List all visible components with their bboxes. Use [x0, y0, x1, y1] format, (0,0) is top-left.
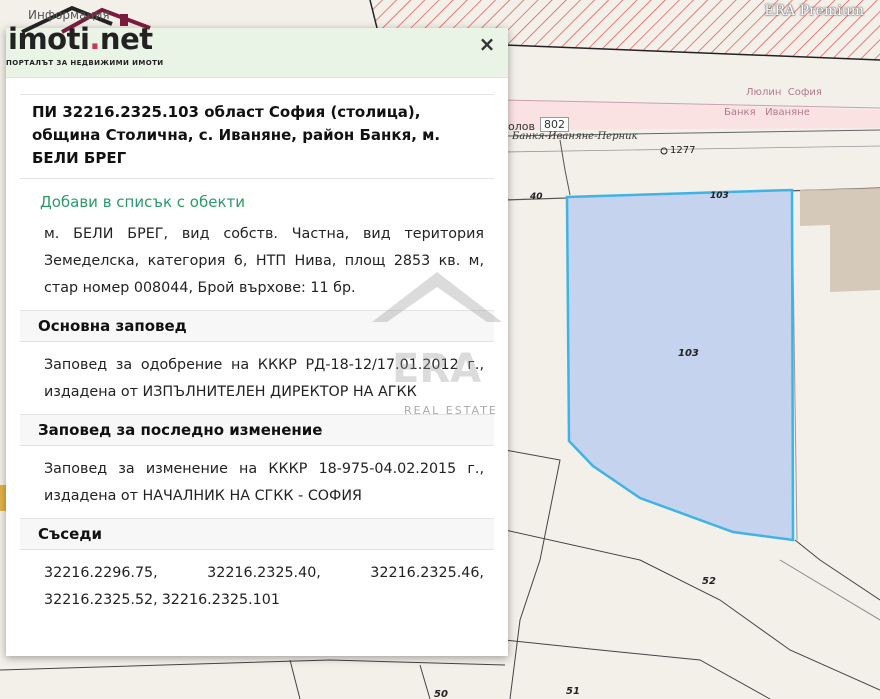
neighbor-item: 32216.2325.101: [161, 592, 280, 608]
main-order-text: Заповед за одобрение на КККР РД-18-12/17…: [44, 357, 484, 400]
logo-name-left: imoti: [8, 22, 90, 56]
neighbor-item: 32216.2296.75,: [44, 565, 158, 581]
map-label-point: 1277: [670, 145, 696, 156]
neighbors-list: 32216.2296.75, 32216.2325.40, 32216.2325…: [44, 560, 484, 614]
neighbor-item: 32216.2325.46,: [370, 565, 484, 581]
last-change-heading: Заповед за последно изменение: [20, 414, 494, 446]
map-label-parcel-top: 103: [710, 191, 729, 201]
logo-name-right: net: [99, 22, 153, 56]
watermark-caption: REAL ESTATE: [404, 404, 498, 417]
brand-watermark: ERA Premium: [764, 3, 864, 19]
close-button[interactable]: ×: [476, 34, 498, 56]
logo-dot: .: [89, 22, 100, 56]
parcel-info-panel: × ПИ 32216.2325.103 област София (столиц…: [6, 28, 508, 656]
header-info-label: Информация: [28, 8, 110, 22]
map-label-parcel-main: 103: [678, 348, 699, 359]
parcel-description: м. БЕЛИ БРЕГ, вид собств. Частна, вид те…: [44, 226, 484, 296]
add-to-list-link[interactable]: Добави в списък с обекти: [40, 193, 508, 211]
map-label-parcel-52: 52: [702, 576, 716, 587]
map-label-district1: Люлин София: [746, 87, 822, 98]
neighbor-item: 32216.2325.40,: [207, 565, 321, 581]
map-label-parcel-50: 50: [434, 689, 448, 699]
main-order-heading: Основна заповед: [20, 310, 494, 342]
neighbors-heading: Съседи: [20, 518, 494, 550]
panel-content: ПИ 32216.2325.103 област София (столица)…: [6, 90, 508, 614]
neighbor-item: 32216.2325.52,: [44, 592, 158, 608]
parcel-title: ПИ 32216.2325.103 област София (столица)…: [20, 94, 494, 179]
logo-wordmark: imoti.net: [8, 22, 153, 56]
map-label-road-name: Банкя-Иваняне-Перник: [512, 131, 638, 142]
map-label-road-802: 802: [540, 117, 569, 132]
map-label-district2: Банкя Иваняне: [724, 107, 810, 118]
map-label-road-40: 40: [530, 192, 543, 202]
logo-tagline: ПОРТАЛЪТ ЗА НЕДВИЖИМИ ИМОТИ: [6, 59, 164, 67]
last-change-text: Заповед за изменение на КККР 18-975-04.0…: [44, 461, 484, 504]
map-label-parcel-51: 51: [566, 686, 580, 697]
imoti-logo[interactable]: Информация imoti.net ПОРТАЛЪТ ЗА НЕДВИЖИ…: [2, 0, 164, 70]
